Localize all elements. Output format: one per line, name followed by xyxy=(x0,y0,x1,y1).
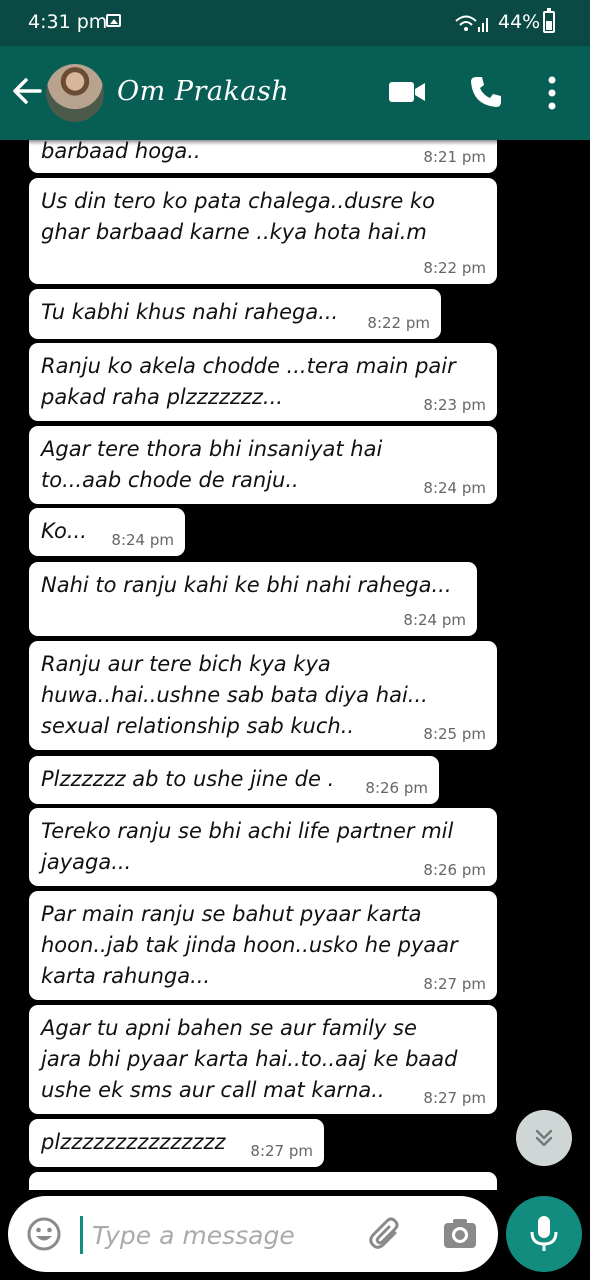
message-bubble[interactable] xyxy=(29,1172,497,1190)
message-text: barbaad hoga.. xyxy=(41,140,201,163)
message-composer xyxy=(8,1196,498,1272)
wifi-signal-icon xyxy=(455,15,488,32)
message-text: Ranju aur tere bich kya kya huwa..hai..u… xyxy=(41,652,428,738)
message-input[interactable] xyxy=(90,1212,364,1258)
message-bubble[interactable]: Par main ranju se bahut pyaar karta hoon… xyxy=(29,891,497,1000)
emoji-icon[interactable] xyxy=(26,1216,62,1252)
message-bubble[interactable]: Agar tere thora bhi insaniyat hai to...a… xyxy=(29,426,497,504)
message-bubble[interactable]: Tereko ranju se bhi achi life partner mi… xyxy=(29,808,497,886)
message-bubble[interactable]: Agar tu apni bahen se aur family se jara… xyxy=(29,1005,497,1114)
message-time: 8:27 pm xyxy=(423,1089,486,1107)
message-time: 8:22 pm xyxy=(367,314,430,332)
message-time: 8:24 pm xyxy=(423,479,486,497)
voice-message-button[interactable] xyxy=(506,1196,582,1272)
battery-percent: 44% xyxy=(498,11,541,33)
message-bubble[interactable]: Tu kabhi khus nahi rahega... 8:22 pm xyxy=(29,289,441,339)
chevron-double-down-icon xyxy=(535,1129,553,1147)
status-time: 4:31 pm xyxy=(28,11,108,33)
message-text: Par main ranju se bahut pyaar karta hoon… xyxy=(41,902,458,988)
message-time: 8:27 pm xyxy=(250,1142,313,1160)
message-text: Agar tere thora bhi insaniyat hai to...a… xyxy=(41,437,383,492)
battery-icon xyxy=(543,8,555,33)
message-list[interactable]: barbaad hoga.. 8:21 pm Us din tero ko pa… xyxy=(0,140,590,1190)
chat-header: Om Prakash xyxy=(0,46,590,140)
message-text: Us din tero ko pata chalega..dusre ko gh… xyxy=(41,189,435,244)
message-bubble[interactable]: barbaad hoga.. 8:21 pm xyxy=(29,140,497,173)
message-bubble[interactable]: plzzzzzzzzzzzzzzz 8:27 pm xyxy=(29,1119,324,1167)
message-time: 8:26 pm xyxy=(365,779,428,797)
message-text: Ranju ko akela chodde ...tera main pair … xyxy=(41,354,456,409)
video-call-icon[interactable] xyxy=(388,78,426,106)
scroll-to-bottom-button[interactable] xyxy=(516,1110,572,1166)
phone-icon[interactable] xyxy=(468,74,504,110)
attach-icon[interactable] xyxy=(368,1216,404,1252)
message-time: 8:23 pm xyxy=(423,396,486,414)
message-bubble[interactable]: Ko... 8:24 pm xyxy=(29,508,185,556)
message-time: 8:26 pm xyxy=(423,861,486,879)
avatar[interactable] xyxy=(46,64,104,122)
message-bubble[interactable]: Ranju ko akela chodde ...tera main pair … xyxy=(29,343,497,421)
message-bubble[interactable]: Nahi to ranju kahi ke bhi nahi rahega...… xyxy=(29,562,477,636)
message-time: 8:25 pm xyxy=(423,725,486,743)
gallery-notification-icon xyxy=(106,14,121,27)
message-bubble[interactable]: Plzzzzzz ab to ushe jine de . 8:26 pm xyxy=(29,756,439,804)
message-bubble[interactable]: Ranju aur tere bich kya kya huwa..hai..u… xyxy=(29,641,497,750)
status-bar: 4:31 pm 44% xyxy=(0,0,590,46)
contact-name[interactable]: Om Prakash xyxy=(117,76,289,107)
message-time: 8:24 pm xyxy=(403,611,466,629)
more-vert-icon[interactable] xyxy=(540,74,564,112)
message-time: 8:21 pm xyxy=(423,148,486,166)
message-time: 8:27 pm xyxy=(423,975,486,993)
message-time: 8:24 pm xyxy=(111,531,174,549)
text-cursor xyxy=(80,1216,83,1254)
message-text: Agar tu apni bahen se aur family se jara… xyxy=(41,1016,458,1102)
back-arrow-icon[interactable] xyxy=(10,74,44,108)
mic-icon xyxy=(530,1216,558,1251)
message-text: Tereko ranju se bhi achi life partner mi… xyxy=(41,819,454,874)
message-time: 8:22 pm xyxy=(423,259,486,277)
message-bubble[interactable]: Us din tero ko pata chalega..dusre ko gh… xyxy=(29,178,497,284)
message-text: Nahi to ranju kahi ke bhi nahi rahega... xyxy=(41,573,452,597)
camera-icon[interactable] xyxy=(442,1216,478,1252)
